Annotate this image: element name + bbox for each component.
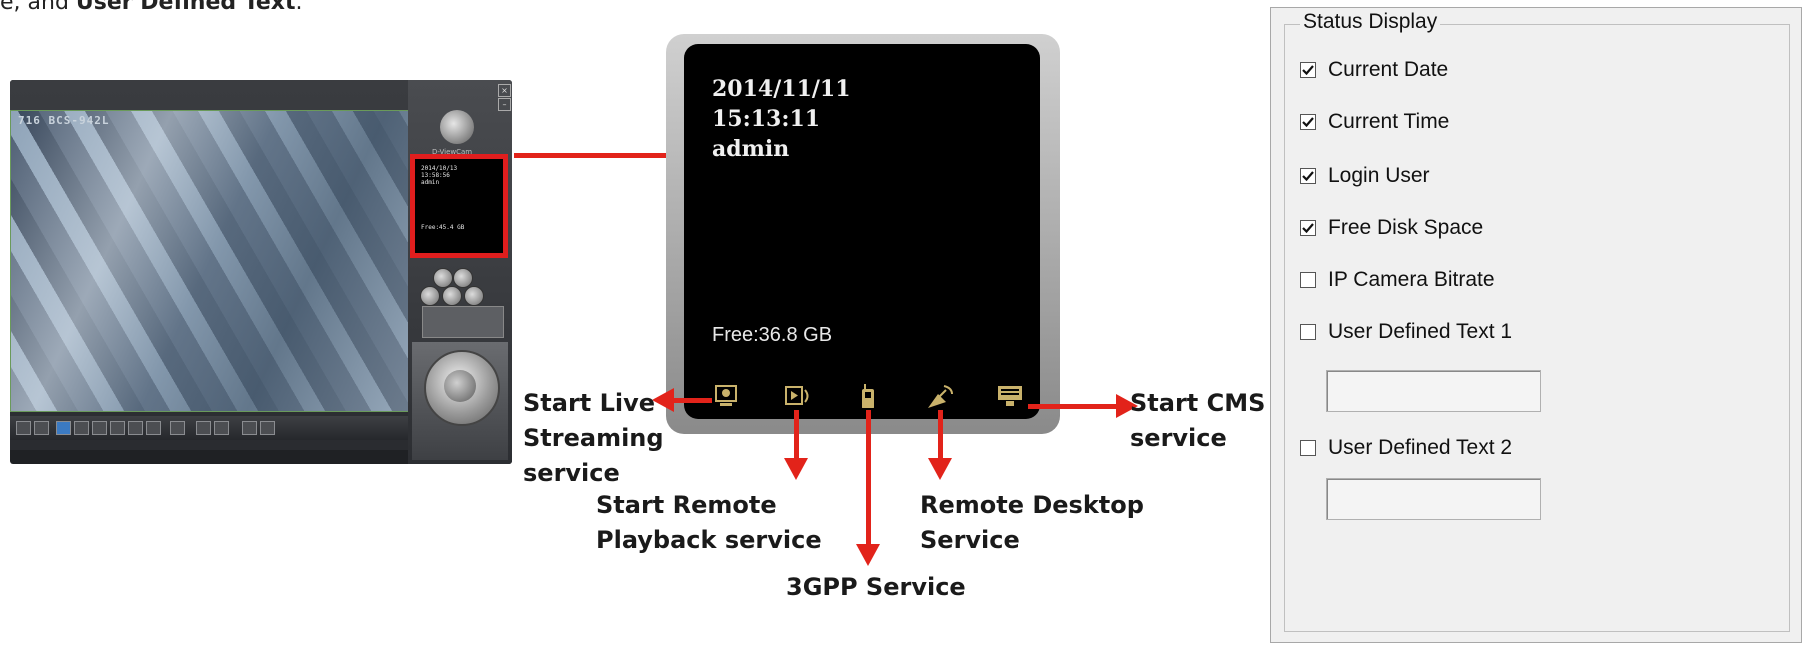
mini-status-display[interactable]: 2014/10/13 13:58:56 admin Free:45.4 GB xyxy=(410,154,508,258)
current-date-option[interactable]: Current Date xyxy=(1300,58,1448,82)
video-caption: 716 BCS-942L xyxy=(18,114,110,127)
login-user-checkbox[interactable] xyxy=(1300,168,1316,184)
current-date-checkbox[interactable] xyxy=(1300,62,1316,78)
fullscreen-button[interactable] xyxy=(260,421,275,435)
joystick-knob[interactable] xyxy=(444,370,476,402)
ptz-button[interactable] xyxy=(453,268,473,288)
globe-logo-icon xyxy=(440,110,474,144)
layout-button[interactable] xyxy=(74,421,89,435)
satellite-dish-icon[interactable] xyxy=(924,384,954,408)
mini-free: Free:45.4 GB xyxy=(421,224,465,231)
status-display-title: Status Display xyxy=(1300,10,1441,34)
login-user-option[interactable]: Login User xyxy=(1300,164,1430,188)
user-defined-text-1-checkbox[interactable] xyxy=(1300,324,1316,340)
live-streaming-arrow xyxy=(674,398,712,403)
user-defined-text-1-field[interactable] xyxy=(1326,370,1541,412)
mini-time: 13:58:56 xyxy=(421,172,450,179)
user-defined-text-1-option[interactable]: User Defined Text 1 xyxy=(1300,320,1512,344)
ptz-button[interactable] xyxy=(420,286,440,306)
current-time-option[interactable]: Current Time xyxy=(1300,110,1449,134)
ptz-button[interactable] xyxy=(433,268,453,288)
layout-toolbar xyxy=(10,416,408,440)
checkmark-icon xyxy=(1302,171,1314,182)
layout-button[interactable] xyxy=(16,421,31,435)
user-defined-text-2-label: User Defined Text 2 xyxy=(1328,436,1513,459)
remote-desktop-label: Remote Desktop Service xyxy=(920,491,1144,554)
layout-button[interactable] xyxy=(146,421,161,435)
ptz-button[interactable] xyxy=(442,286,462,306)
mini-user: admin xyxy=(421,179,440,186)
gpp-service-label: 3GPP Service xyxy=(786,573,966,601)
current-date-label: Current Date xyxy=(1328,58,1449,81)
app-screenshot: 716 BCS-942L × – D-ViewCam 2014/10/13 13… xyxy=(10,80,512,464)
layout-button[interactable] xyxy=(56,421,71,435)
layout-button[interactable] xyxy=(34,421,49,435)
live-streaming-label: Start Live Streaming service xyxy=(523,389,664,487)
layout-button[interactable] xyxy=(196,421,211,435)
live-streaming-icon[interactable] xyxy=(714,384,740,408)
remote-playback-label: Start Remote Playback service xyxy=(596,491,822,554)
playback-arrow-head xyxy=(784,458,808,480)
current-time-checkbox[interactable] xyxy=(1300,114,1316,130)
login-user-label: Login User xyxy=(1328,164,1430,187)
intro-text: e, and User Defined Text. xyxy=(0,0,303,15)
gpp-arrow-head xyxy=(856,544,880,566)
layout-button[interactable] xyxy=(170,421,185,435)
cms-service-label: Start CMS service xyxy=(1130,389,1266,452)
cms-arrow xyxy=(1028,404,1118,409)
user-defined-text-2-field[interactable] xyxy=(1326,478,1541,520)
layout-button[interactable] xyxy=(128,421,143,435)
ptz-button[interactable] xyxy=(464,286,484,306)
mini-date: 2014/10/13 xyxy=(421,165,458,172)
user-defined-text-1-label: User Defined Text 1 xyxy=(1328,320,1513,343)
current-time-label: Current Time xyxy=(1328,110,1450,133)
free-disk-space-checkbox[interactable] xyxy=(1300,220,1316,236)
checkmark-icon xyxy=(1302,65,1314,76)
close-icon[interactable]: × xyxy=(498,84,511,97)
free-disk-space-option[interactable]: Free Disk Space xyxy=(1300,216,1483,240)
ip-camera-bitrate-label: IP Camera Bitrate xyxy=(1328,268,1495,291)
remote-desktop-arrow-head xyxy=(928,458,952,480)
status-time: 15:13:11 xyxy=(712,106,821,132)
user-defined-text-2-checkbox[interactable] xyxy=(1300,440,1316,456)
gpp-arrow xyxy=(866,410,871,546)
mobile-phone-icon[interactable] xyxy=(860,384,876,408)
layout-button[interactable] xyxy=(110,421,125,435)
playback-arrow xyxy=(794,410,799,460)
remote-playback-icon[interactable] xyxy=(784,384,812,408)
ip-camera-bitrate-checkbox[interactable] xyxy=(1300,272,1316,288)
zoom-focus-bar[interactable] xyxy=(422,306,504,338)
minimize-icon[interactable]: – xyxy=(498,98,511,111)
status-user: admin xyxy=(712,136,790,162)
checkmark-icon xyxy=(1302,223,1314,234)
layout-button[interactable] xyxy=(92,421,107,435)
status-free-space: Free:36.8 GB xyxy=(712,324,833,346)
user-defined-text-2-option[interactable]: User Defined Text 2 xyxy=(1300,436,1512,460)
layout-button[interactable] xyxy=(214,421,229,435)
status-date: 2014/11/11 xyxy=(712,76,851,102)
cms-monitor-icon[interactable] xyxy=(996,384,1024,408)
remote-desktop-arrow xyxy=(938,410,943,460)
free-disk-space-label: Free Disk Space xyxy=(1328,216,1484,239)
camera-video xyxy=(10,110,409,412)
fullscreen-button[interactable] xyxy=(242,421,257,435)
ip-camera-bitrate-option[interactable]: IP Camera Bitrate xyxy=(1300,268,1495,292)
checkmark-icon xyxy=(1302,117,1314,128)
